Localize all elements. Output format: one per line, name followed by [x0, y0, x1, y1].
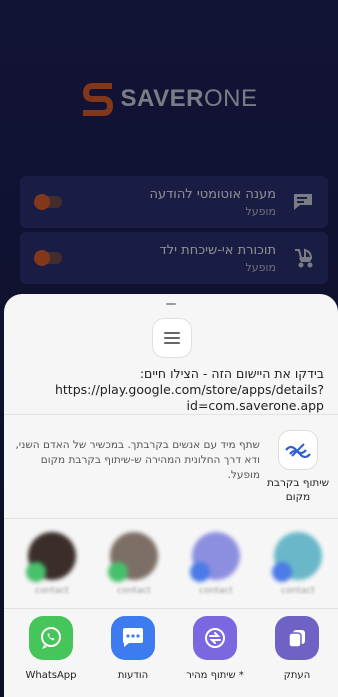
nearby-share-button[interactable]: שיתוף בקרבת מקום — [266, 430, 330, 504]
app-badge-icon — [190, 562, 210, 582]
app-label: WhatsApp — [25, 670, 77, 681]
divider — [4, 608, 338, 609]
avatar — [26, 532, 76, 582]
contact-item[interactable]: contact — [106, 532, 162, 596]
sheet-drag-handle[interactable] — [166, 303, 176, 305]
messages-button[interactable]: הודעות — [96, 616, 170, 681]
copy-button[interactable]: העתק — [260, 616, 334, 681]
share-message-text: בידקו את היישום הזה - הצילו חיים: https:… — [54, 366, 324, 413]
avatar — [108, 532, 158, 582]
contact-item[interactable]: contact — [270, 532, 326, 596]
contact-name: contact — [199, 586, 233, 596]
contact-item[interactable]: contact — [188, 532, 244, 596]
contact-item[interactable]: contact — [24, 532, 80, 596]
app-label: העתק — [283, 670, 311, 681]
copy-icon — [275, 616, 319, 660]
contact-name: contact — [281, 586, 315, 596]
quick-share-button[interactable]: * שיתוף מהיר — [178, 616, 252, 681]
nearby-share-label: שיתוף בקרבת מקום — [266, 477, 330, 503]
share-apps-row: העתק * שיתוף מהיר הודעות WhatsApp — [4, 610, 338, 697]
share-sheet: בידקו את היישום הזה - הצילו חיים: https:… — [4, 294, 338, 697]
contact-name: contact — [35, 586, 69, 596]
divider — [4, 414, 338, 415]
divider — [4, 518, 338, 519]
app-badge-icon — [272, 562, 292, 582]
app-badge-icon — [108, 562, 128, 582]
direct-share-contacts: contact contact contact contact — [4, 520, 338, 608]
avatar — [272, 532, 322, 582]
nearby-share-icon — [278, 430, 318, 470]
whatsapp-icon — [29, 616, 73, 660]
nearby-share-section: שתף מיד עם אנשים בקרבתך. במכשיר של האדם … — [4, 418, 338, 518]
quick-share-icon — [193, 616, 237, 660]
document-lines-icon — [152, 318, 192, 358]
avatar — [190, 532, 240, 582]
whatsapp-button[interactable]: WhatsApp — [14, 616, 88, 681]
contact-name: contact — [117, 586, 151, 596]
nearby-share-description: שתף מיד עם אנשים בקרבתך. במכשיר של האדם … — [15, 439, 260, 481]
app-badge-icon — [26, 562, 46, 582]
app-label: * שיתוף מהיר — [186, 670, 244, 681]
messages-icon — [111, 616, 155, 660]
app-label: הודעות — [117, 670, 149, 681]
